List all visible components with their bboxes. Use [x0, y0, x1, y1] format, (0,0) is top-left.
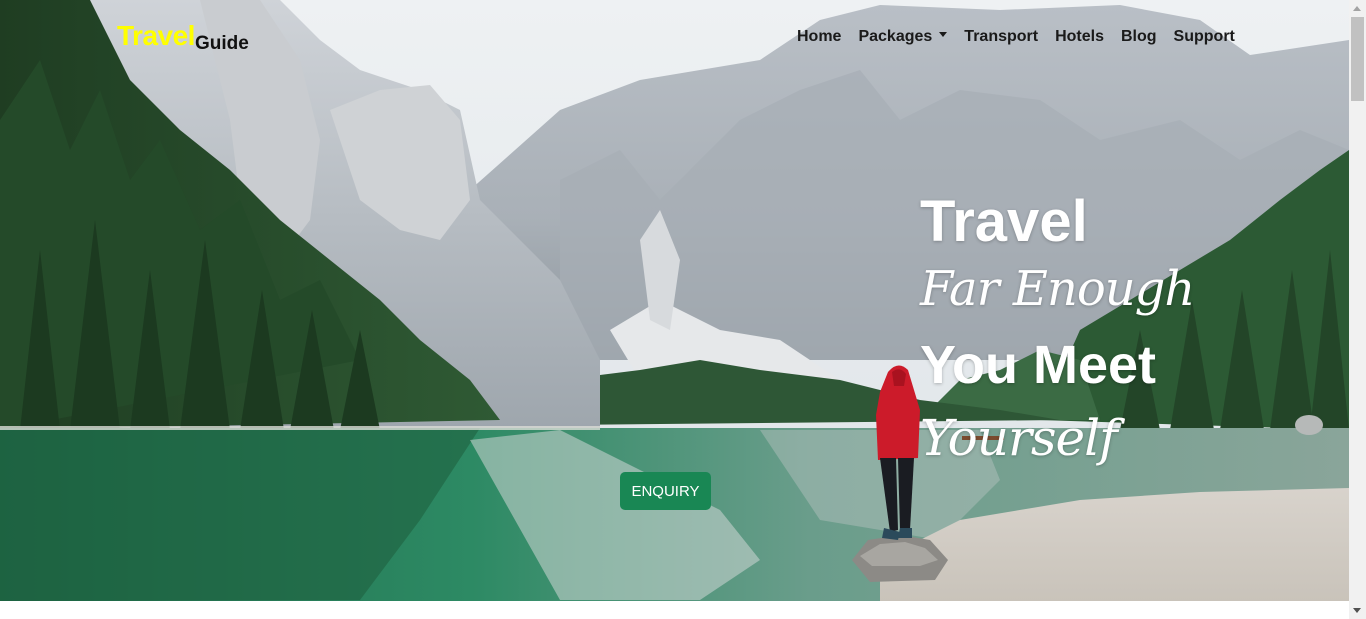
brand-logo-travel: Travel	[117, 20, 195, 51]
hero-headline-line-4: Yourself	[920, 409, 1118, 467]
scroll-up-button[interactable]	[1349, 0, 1366, 17]
brand-logo-guide: Guide	[194, 33, 249, 54]
vertical-scrollbar[interactable]	[1349, 0, 1366, 619]
scroll-down-arrow-icon	[1353, 608, 1361, 613]
nav-item-home[interactable]: Home	[797, 28, 841, 46]
page-body-below-hero	[0, 601, 1349, 619]
main-nav: Home Packages Transport Hotels Blog Supp…	[797, 28, 1235, 46]
hero-headline: Travel Far Enough You Meet Yourself	[920, 189, 1195, 470]
hero-headline-line-1: Travel	[920, 189, 1088, 254]
nav-item-hotels[interactable]: Hotels	[1055, 28, 1104, 46]
scrollbar-thumb[interactable]	[1351, 17, 1364, 101]
nav-item-packages[interactable]: Packages	[858, 28, 948, 46]
hero-banner: TravelGuide Home Packages Transport Hote…	[0, 0, 1349, 601]
enquiry-button[interactable]: ENQUIRY	[620, 472, 711, 510]
page: TravelGuide Home Packages Transport Hote…	[0, 0, 1366, 619]
nav-item-packages-label: Packages	[858, 28, 933, 45]
nav-item-transport[interactable]: Transport	[964, 28, 1038, 46]
scroll-down-button[interactable]	[1349, 602, 1366, 619]
hero-headline-line-2: Far Enough	[920, 261, 1195, 317]
hero-headline-line-3: You Meet	[920, 335, 1157, 395]
nav-item-support[interactable]: Support	[1174, 28, 1235, 46]
nav-item-blog[interactable]: Blog	[1121, 28, 1157, 46]
scroll-up-arrow-icon	[1353, 6, 1361, 11]
brand-logo[interactable]: TravelGuide	[117, 20, 249, 54]
chevron-down-icon	[939, 32, 948, 38]
